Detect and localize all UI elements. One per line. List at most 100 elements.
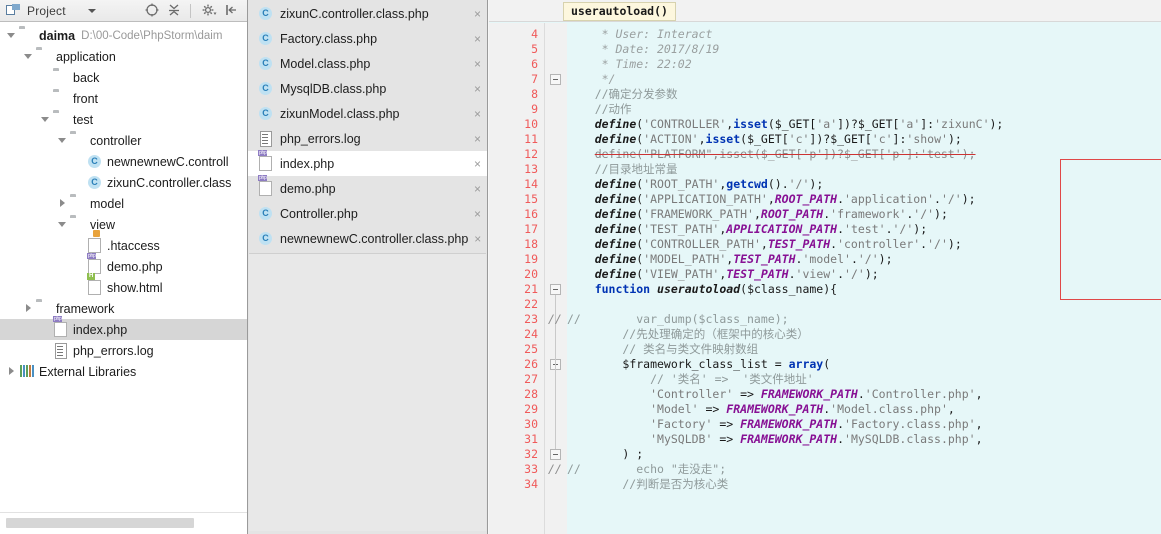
tree-item-zixunc-controller-class[interactable]: zixunC.controller.class (0, 172, 247, 193)
twisty-down-icon[interactable] (23, 51, 34, 62)
twisty-down-icon[interactable] (57, 135, 68, 146)
tree-item-back[interactable]: back (0, 67, 247, 88)
recent-file-item[interactable]: php_errors.log × (248, 126, 487, 151)
close-icon[interactable]: × (468, 133, 481, 145)
code-line[interactable]: define("PLATFORM",isset($_GET['p'])?$_GE… (567, 147, 976, 162)
chevron-down-icon[interactable] (87, 8, 96, 13)
recent-file-item[interactable]: Model.class.php × (248, 51, 487, 76)
tree-item-path: D:\00-Code\PhpStorm\daim (81, 29, 223, 42)
code-line[interactable]: 'Controller' => FRAMEWORK_PATH.'Controll… (567, 387, 982, 402)
code-line[interactable]: //先处理确定的（框架中的核心类） (567, 327, 808, 342)
twisty-right-icon[interactable] (6, 366, 17, 377)
line-number: 21 (524, 282, 538, 296)
tree-item-show-html[interactable]: show.html (0, 277, 247, 298)
code-line[interactable]: //判断是否为核心类 (567, 477, 728, 492)
twisty-down-icon[interactable] (6, 30, 17, 41)
code-line[interactable]: define('APPLICATION_PATH',ROOT_PATH.'app… (567, 192, 976, 207)
code-line[interactable]: //目录地址常量 (567, 162, 678, 177)
breadcrumb[interactable]: userautoload() (563, 2, 676, 21)
collapse-target-icon[interactable] (144, 2, 162, 20)
code-line[interactable]: // '类名' => '类文件地址' (567, 372, 814, 387)
code-line[interactable]: // echo "走没走"; (567, 462, 726, 477)
recent-file-item[interactable]: zixunModel.class.php × (248, 101, 487, 126)
close-icon[interactable]: × (468, 208, 481, 220)
project-tree-horizontal-scrollbar[interactable] (0, 512, 247, 534)
twisty-down-icon[interactable] (57, 219, 68, 230)
collapse-all-icon[interactable] (166, 2, 184, 20)
twisty-right-icon[interactable] (57, 198, 68, 209)
code-line[interactable]: define('ACTION',isset($_GET['c'])?$_GET[… (567, 132, 962, 147)
tree-item-label: framework (56, 301, 115, 316)
tree-item-test[interactable]: test (0, 109, 247, 130)
tree-item-index-php[interactable]: index.php (0, 319, 247, 340)
tree-item-external-libraries[interactable]: External Libraries (0, 361, 247, 382)
code-line[interactable]: * Date: 2017/8/19 (567, 42, 720, 57)
hide-panel-icon[interactable] (223, 2, 241, 20)
tree-item-newnewnewc-controll[interactable]: newnewnewC.controll (0, 151, 247, 172)
scrollbar-thumb[interactable] (6, 518, 194, 528)
code-line[interactable]: define('TEST_PATH',APPLICATION_PATH.'tes… (567, 222, 927, 237)
code-line[interactable]: define('MODEL_PATH',TEST_PATH.'model'.'/… (567, 252, 893, 267)
close-icon[interactable]: × (468, 58, 481, 70)
tree-item-view[interactable]: view (0, 214, 247, 235)
close-icon[interactable]: × (468, 83, 481, 95)
close-icon[interactable]: × (468, 233, 481, 245)
tree-item-php-errors-log[interactable]: php_errors.log (0, 340, 247, 361)
code-line[interactable]: //动作 (567, 102, 632, 117)
editor-code-content[interactable]: * User: Interact * Date: 2017/8/19 * Tim… (567, 23, 1161, 534)
recent-files-list[interactable]: zixunC.controller.class.php × Factory.clas… (248, 0, 487, 251)
twisty-down-icon[interactable] (40, 114, 51, 125)
code-line[interactable]: define('FRAMEWORK_PATH',ROOT_PATH.'frame… (567, 207, 948, 222)
code-editor[interactable]: userautoload() 4 5 6 7 8 9 10 11 12 13 14 15 16 17 18 1… (489, 0, 1161, 534)
recent-file-item[interactable]: index.php × (248, 151, 487, 176)
tree-item-application[interactable]: application (0, 46, 247, 67)
code-line[interactable]: 'MySQLDB' => FRAMEWORK_PATH.'MySQLDB.cla… (567, 432, 982, 447)
close-icon[interactable]: × (468, 33, 481, 45)
recent-file-item[interactable]: Factory.class.php × (248, 26, 487, 51)
close-icon[interactable]: × (468, 8, 481, 20)
tree-item-htaccess[interactable]: .htaccess (0, 235, 247, 256)
recent-file-label: zixunModel.class.php (280, 106, 400, 121)
tree-item-framework[interactable]: framework (0, 298, 247, 319)
editor-code-folding-strip[interactable]: // // (545, 23, 567, 534)
tree-item-front[interactable]: front (0, 88, 247, 109)
code-line[interactable]: 'Model' => FRAMEWORK_PATH.'Model.class.p… (567, 402, 955, 417)
code-line[interactable]: define('VIEW_PATH',TEST_PATH.'view'.'/')… (567, 267, 879, 282)
recent-file-item[interactable]: zixunC.controller.class.php × (248, 1, 487, 26)
code-line[interactable]: // 类名与类文件映射数组 (567, 342, 758, 357)
code-line[interactable]: //确定分发参数 (567, 87, 678, 102)
code-line[interactable]: 'Factory' => FRAMEWORK_PATH.'Factory.cla… (567, 417, 982, 432)
tree-item-model[interactable]: model (0, 193, 247, 214)
code-line[interactable]: // var_dump($class_name); (567, 312, 789, 327)
code-fold-toggle-icon[interactable] (550, 284, 561, 295)
code-line[interactable]: * Time: 22:02 (567, 57, 692, 72)
code-line[interactable]: ) ; (567, 447, 643, 462)
tree-item-demo-php[interactable]: demo.php (0, 256, 247, 277)
php-class-icon (258, 231, 274, 247)
tree-item-daima[interactable]: daima D:\00-Code\PhpStorm\daim (0, 25, 247, 46)
close-icon[interactable]: × (468, 108, 481, 120)
recent-file-item[interactable]: newnewnewC.controller.class.php × (248, 226, 487, 251)
twisty-right-icon[interactable] (23, 303, 34, 314)
project-title: Project (27, 3, 66, 18)
code-fold-toggle-icon[interactable] (550, 449, 561, 460)
recent-file-item[interactable]: demo.php × (248, 176, 487, 201)
close-icon[interactable]: × (468, 158, 481, 170)
code-line[interactable]: $framework_class_list = array( (567, 357, 830, 372)
tree-item-controller[interactable]: controller (0, 130, 247, 151)
code-fold-toggle-icon[interactable] (550, 74, 561, 85)
line-number: 20 (524, 267, 538, 281)
code-line[interactable]: */ (567, 72, 616, 87)
recent-file-item[interactable]: Controller.php × (248, 201, 487, 226)
code-line[interactable]: define('CONTROLLER_PATH',TEST_PATH.'cont… (567, 237, 962, 252)
recent-file-item[interactable]: MysqlDB.class.php × (248, 76, 487, 101)
settings-gear-icon[interactable] (201, 2, 219, 20)
line-number: 24 (524, 327, 538, 341)
close-icon[interactable]: × (468, 183, 481, 195)
recent-file-label: Model.class.php (280, 56, 371, 71)
code-line[interactable]: function userautoload($class_name){ (567, 282, 837, 297)
project-file-tree[interactable]: daima D:\00-Code\PhpStorm\daim application… (0, 22, 247, 512)
code-line[interactable]: define('CONTROLLER',isset($_GET['a'])?$_… (567, 117, 1004, 132)
code-line[interactable]: define('ROOT_PATH',getcwd().'/'); (567, 177, 824, 192)
code-line[interactable]: * User: Interact (567, 27, 713, 42)
